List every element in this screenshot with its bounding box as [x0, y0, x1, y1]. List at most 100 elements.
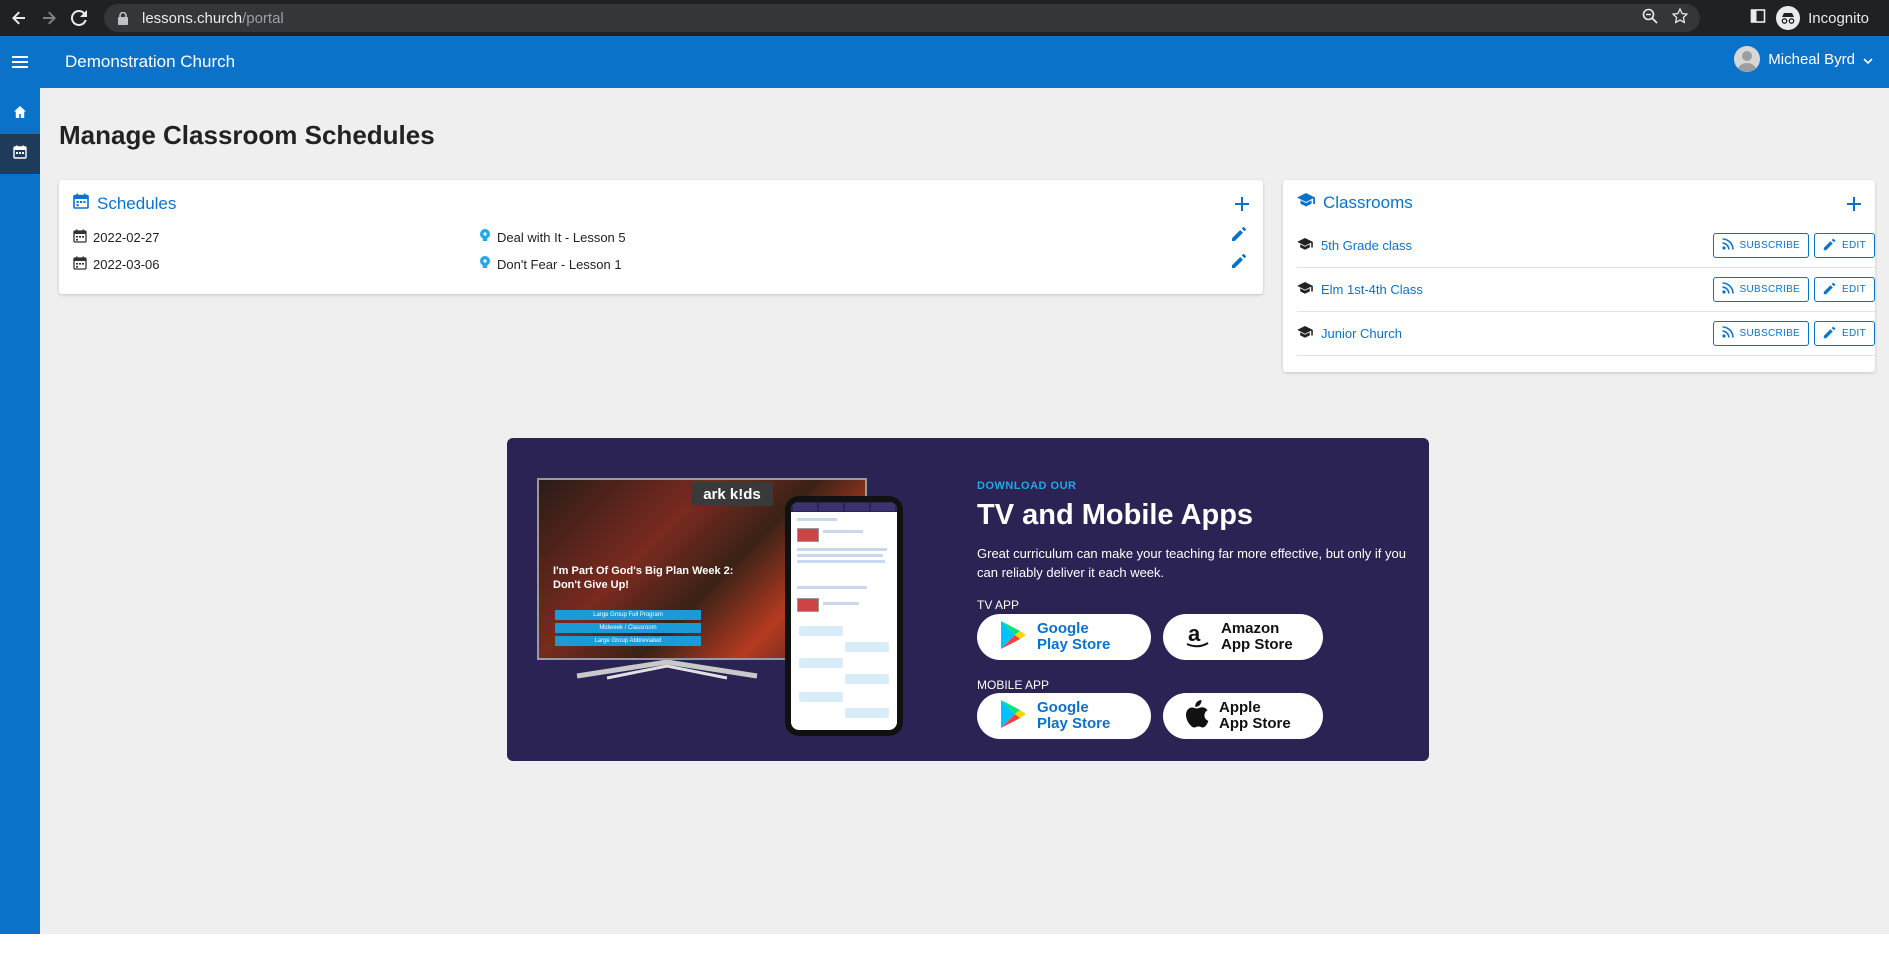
lightbulb-icon: [479, 256, 491, 273]
promo-title: TV and Mobile Apps: [977, 499, 1254, 531]
ark-kids-logo: ark k!ds: [691, 482, 773, 506]
tv-menu-item: Large Group Full Program: [555, 610, 701, 620]
google-line2: Play Store: [1037, 636, 1111, 653]
schedule-row: 2022-02-27 Deal with It - Lesson 5: [73, 229, 626, 246]
user-menu[interactable]: Micheal Byrd: [1734, 46, 1873, 72]
classrooms-title: Classrooms: [1323, 193, 1413, 212]
schedule-date: 2022-03-06: [93, 257, 160, 272]
lock-icon: [118, 11, 132, 25]
amazon-appstore-button[interactable]: a Amazon App Store: [1163, 614, 1323, 660]
promo-description: Great curriculum can make your teaching …: [977, 546, 1406, 580]
google-play-icon: [999, 620, 1027, 655]
graduation-cap-icon: [1297, 281, 1313, 298]
tv-app-label: TV APP: [977, 598, 1020, 612]
subscribe-label: SUBSCRIBE: [1739, 328, 1801, 339]
google-play-icon: [999, 699, 1027, 734]
tv-caption: I'm Part Of God's Big Plan Week 2: Don't…: [553, 565, 734, 591]
forward-icon[interactable]: [38, 7, 60, 29]
schedules-card: Schedules 2022-02-27 Deal with It - Less…: [59, 180, 1263, 294]
promo-kicker: DOWNLOAD OUR: [977, 480, 1077, 492]
address-bar[interactable]: lessons.church/portal: [104, 4, 1700, 32]
schedule-lesson: Deal with It - Lesson 5: [497, 230, 626, 245]
classrooms-card: Classrooms 5th Grade class SUBSCRIBE EDI…: [1283, 180, 1875, 372]
user-name: Micheal Byrd: [1768, 50, 1855, 68]
url-host: lessons.church: [142, 9, 243, 27]
edit-schedule-button[interactable]: [1231, 253, 1247, 274]
apple-line1: Apple: [1219, 699, 1261, 716]
church-name[interactable]: Demonstration Church: [65, 52, 235, 72]
subscribe-button[interactable]: SUBSCRIBE: [1712, 321, 1810, 346]
google-play-mobile-button[interactable]: Google Play Store: [977, 693, 1151, 739]
rss-icon: [1721, 238, 1734, 253]
home-icon: [13, 105, 27, 124]
add-classroom-button[interactable]: [1847, 192, 1861, 216]
edit-classroom-button[interactable]: EDIT: [1814, 321, 1875, 346]
incognito-icon: [1776, 6, 1801, 30]
apple-line2: App Store: [1219, 715, 1291, 732]
apple-appstore-button[interactable]: Apple App Store: [1163, 693, 1323, 739]
sidebar: [0, 88, 40, 934]
graduation-cap-icon: [1297, 325, 1313, 342]
incognito-label: Incognito: [1808, 9, 1869, 27]
rss-icon: [1721, 326, 1734, 341]
classroom-name-link[interactable]: Elm 1st-4th Class: [1321, 282, 1423, 297]
graduation-cap-icon: [1297, 193, 1315, 213]
url-path: /portal: [242, 9, 284, 27]
google-line2: Play Store: [1037, 715, 1111, 732]
subscribe-button[interactable]: SUBSCRIBE: [1712, 233, 1810, 258]
edit-label: EDIT: [1842, 284, 1866, 295]
graduation-cap-icon: [1297, 237, 1313, 254]
subscribe-button[interactable]: SUBSCRIBE: [1712, 277, 1810, 302]
schedule-date: 2022-02-27: [93, 230, 160, 245]
classrooms-header: Classrooms: [1297, 193, 1413, 213]
schedules-title: Schedules: [97, 193, 177, 213]
calendar-icon: [73, 229, 87, 246]
apps-promo-banner: ark k!ds I'm Part Of God's Big Plan Week…: [507, 438, 1429, 761]
browser-toolbar: lessons.church/portal Incognito: [0, 0, 1889, 36]
sidebar-item-schedules[interactable]: [0, 134, 40, 174]
menu-icon[interactable]: [0, 56, 40, 68]
avatar: [1734, 46, 1761, 72]
classroom-name-link[interactable]: Junior Church: [1321, 326, 1402, 341]
edit-classroom-button[interactable]: EDIT: [1814, 277, 1875, 302]
classroom-row: 5th Grade class SUBSCRIBE EDIT: [1297, 224, 1875, 268]
classroom-name-link[interactable]: 5th Grade class: [1321, 238, 1412, 253]
incognito-profile-chip[interactable]: Incognito: [1776, 6, 1877, 30]
app-header: Demonstration Church Micheal Byrd: [0, 36, 1889, 88]
classroom-row: Junior Church SUBSCRIBE EDIT: [1297, 312, 1875, 356]
schedule-row: 2022-03-06 Don't Fear - Lesson 1: [73, 256, 622, 273]
edit-classroom-button[interactable]: EDIT: [1814, 233, 1875, 258]
apple-icon: [1185, 699, 1209, 733]
sidebar-item-home[interactable]: [0, 94, 40, 134]
main-content: Manage Classroom Schedules Schedules 202…: [40, 88, 1889, 934]
tv-menu-item: Large Group Abbreviated: [555, 636, 701, 646]
bookmark-star-icon[interactable]: [1671, 7, 1689, 28]
calendar-icon: [73, 256, 87, 273]
lightbulb-icon: [479, 229, 491, 246]
edit-schedule-button[interactable]: [1231, 226, 1247, 247]
schedule-lesson: Don't Fear - Lesson 1: [497, 257, 622, 272]
amazon-line1: Amazon: [1221, 620, 1280, 637]
zoom-icon[interactable]: [1642, 8, 1658, 28]
phone-mockup-image: [785, 496, 903, 736]
google-line1: Google: [1037, 699, 1089, 716]
add-schedule-button[interactable]: [1235, 192, 1249, 216]
reload-icon[interactable]: [68, 7, 90, 29]
amazon-icon: a: [1185, 621, 1211, 654]
tv-menu-item: Midweek / Classroom: [555, 623, 701, 633]
rss-icon: [1721, 282, 1734, 297]
chevron-down-icon: [1863, 51, 1873, 68]
amazon-line2: App Store: [1221, 636, 1293, 653]
pencil-icon: [1823, 238, 1836, 254]
calendar-icon: [73, 193, 89, 214]
mobile-app-label: MOBILE APP: [977, 678, 1050, 692]
google-line1: Google: [1037, 620, 1089, 637]
calendar-icon: [13, 145, 27, 164]
edit-label: EDIT: [1842, 240, 1866, 251]
page-title: Manage Classroom Schedules: [59, 120, 435, 150]
google-play-tv-button[interactable]: Google Play Store: [977, 614, 1151, 660]
side-panel-icon[interactable]: [1750, 8, 1766, 29]
pencil-icon: [1823, 282, 1836, 298]
back-icon[interactable]: [8, 7, 30, 29]
svg-text:a: a: [1188, 621, 1201, 646]
